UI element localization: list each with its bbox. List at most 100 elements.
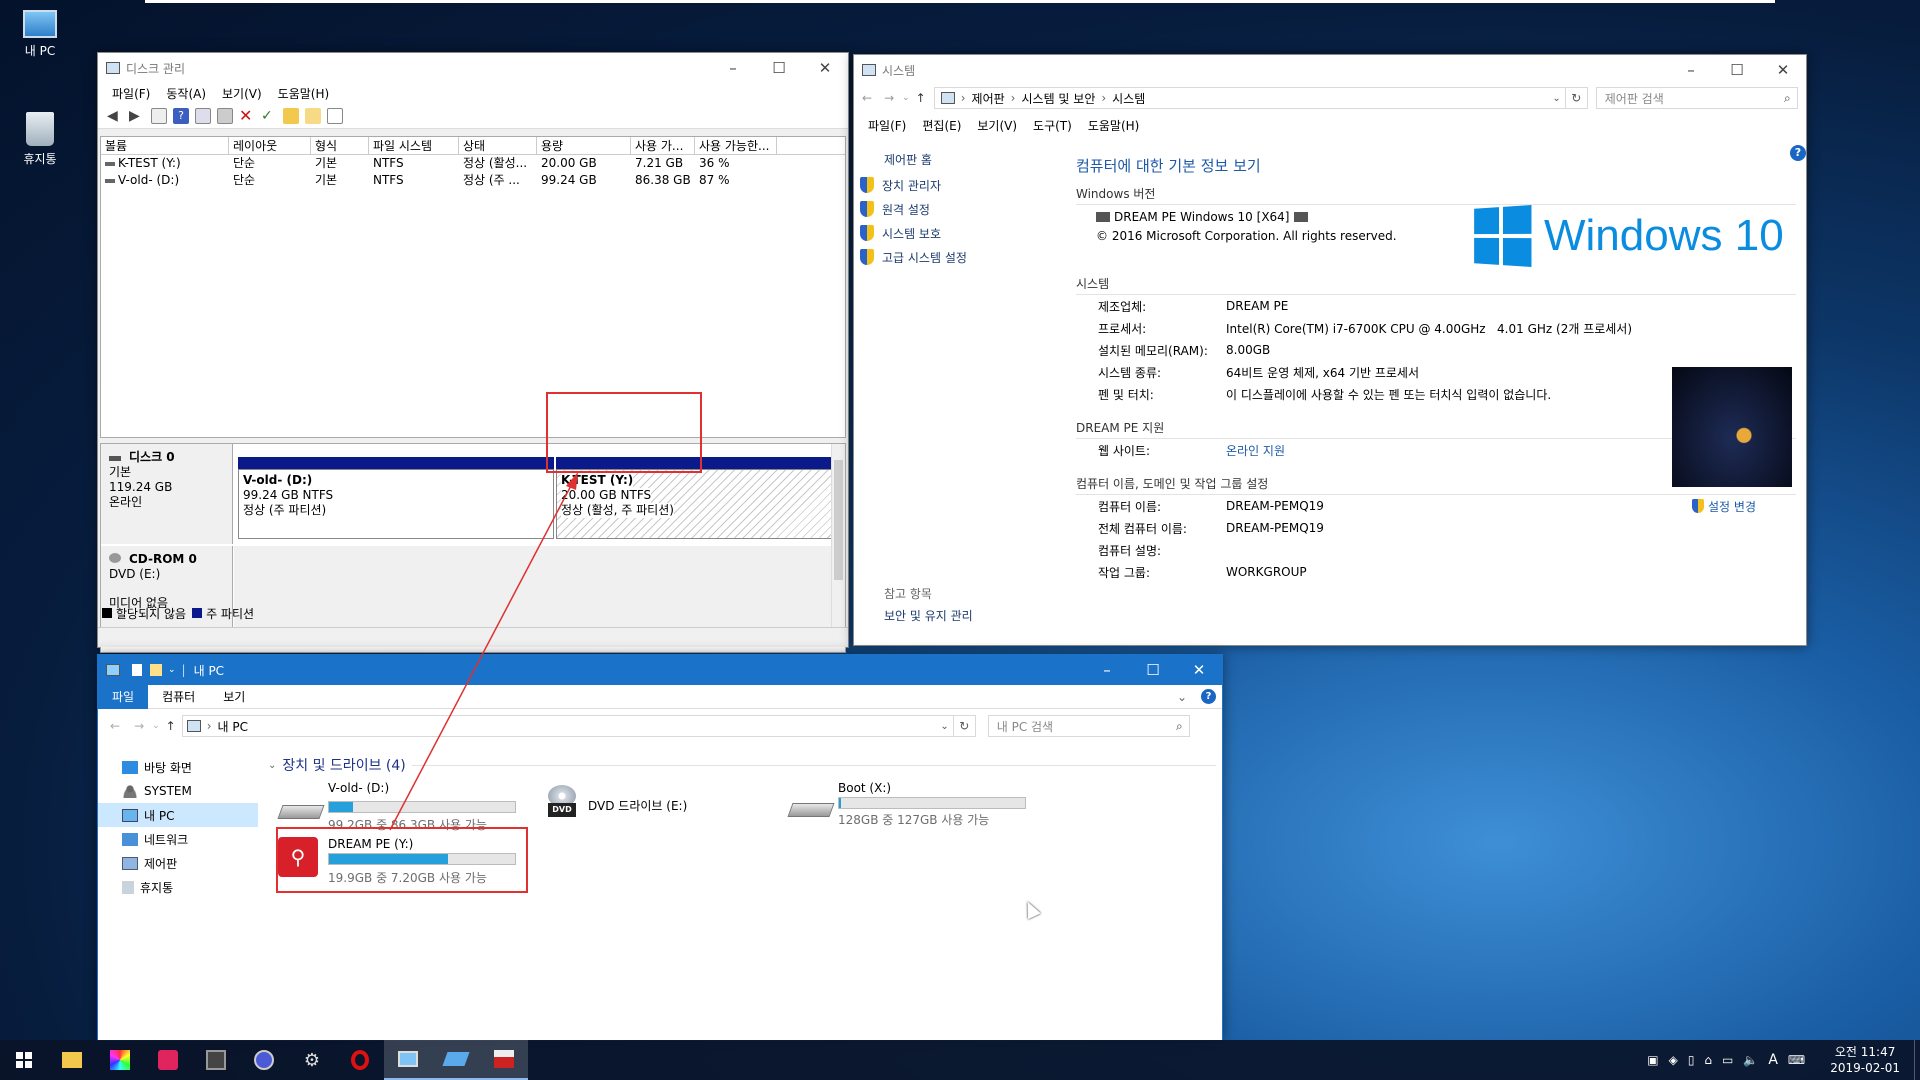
col-status[interactable]: 상태 <box>459 137 537 154</box>
maximize-button[interactable]: ☐ <box>756 59 802 77</box>
title-bar[interactable]: ⌄ | 내 PC – ☐ ✕ <box>98 655 1222 685</box>
desktop-icon-recycle[interactable]: 휴지통 <box>14 112 66 167</box>
change-settings-link[interactable]: 설정 변경 <box>1692 498 1756 515</box>
nav-item-desktop[interactable]: 바탕 화면 <box>98 755 258 779</box>
taskbar-app-color[interactable] <box>96 1040 144 1080</box>
start-button[interactable] <box>0 1040 48 1080</box>
forward-icon[interactable]: → <box>884 91 894 105</box>
folder-up-icon[interactable] <box>283 107 299 124</box>
ribbon-expand-icon[interactable]: ⌄ <box>1177 690 1187 704</box>
security-maintenance-link[interactable]: 보안 및 유지 관리 <box>884 607 973 624</box>
partition-d[interactable]: V-old- (D:) 99.24 GB NTFS 정상 (주 파티션) <box>238 457 554 539</box>
back-icon[interactable]: ← <box>110 719 120 733</box>
menu-view[interactable]: 보기(V) <box>214 85 270 102</box>
search-input[interactable]: 내 PC 검색 ⌕ <box>987 715 1190 737</box>
advanced-settings-link[interactable]: 고급 시스템 설정 <box>860 245 1060 269</box>
col-capacity[interactable]: 용량 <box>537 137 631 154</box>
network-tray-icon[interactable]: ▣ <box>1647 1053 1658 1067</box>
taskbar-app-settings[interactable]: ⚙ <box>288 1040 336 1080</box>
title-bar[interactable]: 시스템 – ☐ ✕ <box>854 55 1806 85</box>
maximize-button[interactable]: ☐ <box>1130 661 1176 679</box>
address-bar[interactable]: › 제어판 › 시스템 및 보안 › 시스템 ⌄ <box>933 87 1566 109</box>
menu-help[interactable]: 도움말(H) <box>1080 117 1148 134</box>
nav-item-recycle-bin[interactable]: 휴지통 <box>98 875 258 899</box>
volume-icon[interactable]: 🔈 <box>1743 1053 1758 1067</box>
up-icon[interactable]: ↑ <box>916 91 926 105</box>
menu-help[interactable]: 도움말(H) <box>270 85 338 102</box>
title-bar[interactable]: 디스크 관리 – ☐ ✕ <box>98 53 848 83</box>
search-folder-icon[interactable] <box>305 107 321 124</box>
search-input[interactable]: 제어판 검색 ⌕ <box>1595 87 1798 109</box>
control-panel-home-link[interactable]: 제어판 홈 <box>860 147 1060 173</box>
drive-d[interactable]: V-old- (D:) 99.2GB 중 86.3GB 사용 가능 <box>276 781 516 832</box>
menu-file[interactable]: 파일(F) <box>860 117 914 134</box>
menu-tools[interactable]: 도구(T) <box>1025 117 1080 134</box>
col-volume[interactable]: 볼륨 <box>101 137 229 154</box>
taskbar-system[interactable] <box>384 1040 432 1080</box>
taskbar-explorer[interactable] <box>48 1040 96 1080</box>
back-icon[interactable]: ◀ <box>107 108 123 124</box>
col-free-pct[interactable]: 사용 가능한... <box>695 137 777 154</box>
taskbar-this-pc[interactable] <box>432 1040 480 1080</box>
drive-e[interactable]: DVD DVD 드라이브 (E:) <box>542 781 742 831</box>
display-tray-icon[interactable]: ▭ <box>1722 1053 1733 1067</box>
minimize-button[interactable]: – <box>1668 61 1714 79</box>
online-support-link[interactable]: 온라인 지원 <box>1226 442 1285 459</box>
scroll-thumb[interactable] <box>834 460 843 580</box>
disk0-label[interactable]: 디스크 0 기본 119.24 GB 온라인 <box>101 444 233 544</box>
tab-view[interactable]: 보기 <box>209 688 259 705</box>
menu-edit[interactable]: 편집(E) <box>914 117 969 134</box>
qat-dropdown-icon[interactable]: ⌄ <box>168 665 176 675</box>
table-row[interactable]: V-old- (D:) 단순 기본 NTFS 정상 (주 ... 99.24 G… <box>101 172 845 189</box>
col-free[interactable]: 사용 가... <box>631 137 695 154</box>
breadcrumb-item[interactable]: 시스템 <box>1112 90 1145 107</box>
drive-x[interactable]: Boot (X:) 128GB 중 127GB 사용 가능 <box>786 781 1036 831</box>
nav-item-system[interactable]: SYSTEM <box>98 779 258 803</box>
show-desktop-button[interactable] <box>1914 1040 1920 1080</box>
taskbar-disk-mgmt[interactable] <box>480 1040 528 1080</box>
menu-view[interactable]: 보기(V) <box>969 117 1025 134</box>
col-filesystem[interactable]: 파일 시스템 <box>369 137 459 154</box>
tab-file[interactable]: 파일 <box>98 684 149 709</box>
taskbar-app-opera[interactable] <box>336 1040 384 1080</box>
taskbar-app-pink[interactable] <box>144 1040 192 1080</box>
menu-file[interactable]: 파일(F) <box>104 85 158 102</box>
partition-y[interactable]: K-TEST (Y:) 20.00 GB NTFS 정상 (활성, 주 파티션) <box>556 457 840 539</box>
battery-tray-icon[interactable]: ▯ <box>1688 1053 1695 1067</box>
usb-tray-icon[interactable]: ⌂ <box>1704 1053 1712 1067</box>
nav-item-this-pc[interactable]: 내 PC <box>98 803 258 827</box>
connect-icon[interactable] <box>217 107 233 124</box>
maximize-button[interactable]: ☐ <box>1714 61 1760 79</box>
keyboard-tray-icon[interactable]: ⌨ <box>1788 1053 1805 1067</box>
desktop-icon-pc[interactable]: 내 PC <box>14 10 66 59</box>
help-icon[interactable]: ? <box>1201 689 1216 704</box>
qat-newfolder-icon[interactable] <box>150 664 162 676</box>
recent-icon[interactable]: ⌄ <box>152 721 160 731</box>
scrollbar[interactable] <box>831 444 845 644</box>
menu-action[interactable]: 동작(A) <box>158 85 214 102</box>
help-icon[interactable]: ? <box>173 107 189 124</box>
col-layout[interactable]: 레이아웃 <box>229 137 311 154</box>
up-icon[interactable]: ↑ <box>166 719 176 733</box>
nav-item-network[interactable]: 네트워크 <box>98 827 258 851</box>
system-protection-link[interactable]: 시스템 보호 <box>860 221 1060 245</box>
delete-icon[interactable]: ✕ <box>239 107 255 124</box>
qat-properties-icon[interactable] <box>132 664 142 676</box>
back-icon[interactable]: ← <box>862 91 872 105</box>
close-button[interactable]: ✕ <box>1760 61 1806 79</box>
clock[interactable]: 오전 11:47 2019-02-01 <box>1830 1044 1900 1076</box>
minimize-button[interactable]: – <box>710 59 756 77</box>
dropdown-icon[interactable]: ⌄ <box>1552 93 1560 104</box>
breadcrumb-item[interactable]: 제어판 <box>972 90 1005 107</box>
list-icon[interactable] <box>327 107 343 124</box>
dropdown-icon[interactable]: ⌄ <box>940 721 948 732</box>
check-icon[interactable]: ✓ <box>261 108 277 124</box>
refresh-button[interactable]: ↻ <box>953 715 976 737</box>
address-bar[interactable]: › 내 PC ⌄ <box>181 715 954 737</box>
nav-item-control-panel[interactable]: 제어판 <box>98 851 258 875</box>
console-tree-icon[interactable] <box>151 107 167 124</box>
properties-icon[interactable] <box>195 107 211 124</box>
recent-icon[interactable]: ⌄ <box>902 93 910 103</box>
group-header[interactable]: ⌄ 장치 및 드라이브 (4) <box>266 755 1216 775</box>
refresh-button[interactable]: ↻ <box>1565 87 1588 109</box>
